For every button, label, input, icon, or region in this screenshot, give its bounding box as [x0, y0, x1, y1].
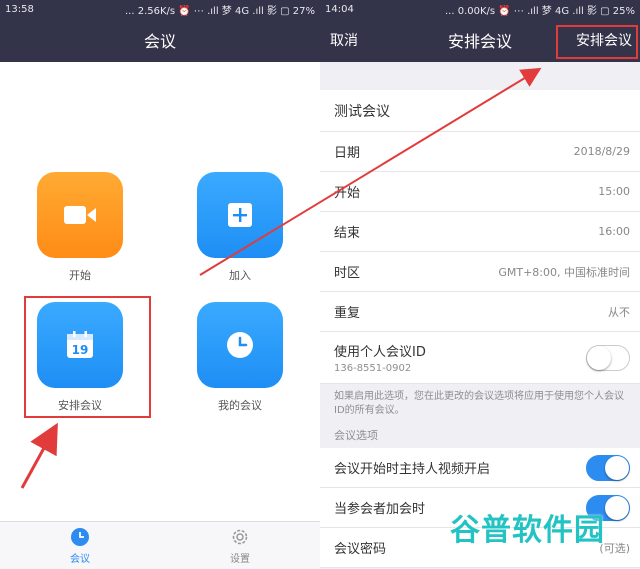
annotation-arrow — [199, 67, 542, 276]
watermark: 谷普软件园 — [450, 513, 605, 548]
annotation-arrow — [20, 422, 58, 489]
annotation-arrows — [20, 67, 542, 489]
